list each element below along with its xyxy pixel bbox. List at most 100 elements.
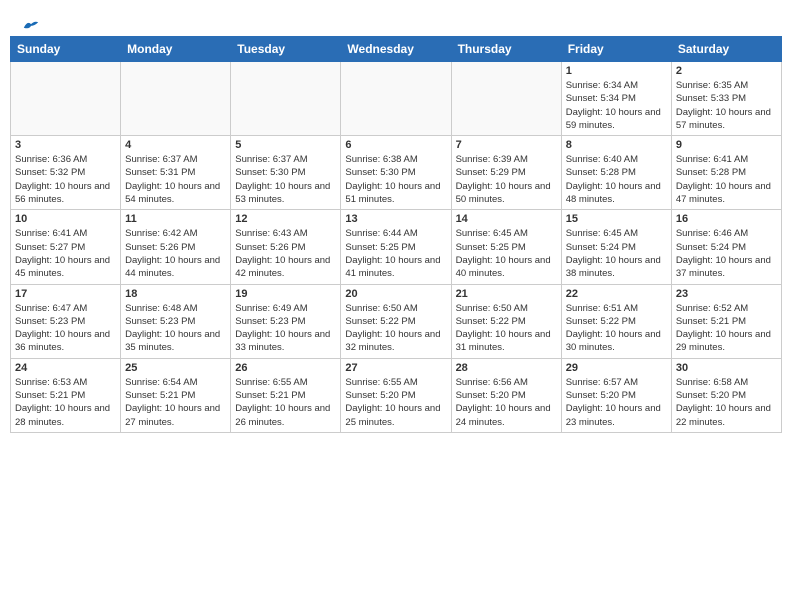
calendar-cell: 8 Sunrise: 6:40 AM Sunset: 5:28 PM Daylig… bbox=[561, 136, 671, 210]
day-info: Sunrise: 6:48 AM Sunset: 5:23 PM Dayligh… bbox=[125, 302, 226, 355]
day-number: 7 bbox=[456, 139, 557, 151]
calendar-cell: 24 Sunrise: 6:53 AM Sunset: 5:21 PM Dayli… bbox=[11, 358, 121, 432]
calendar-cell: 11 Sunrise: 6:42 AM Sunset: 5:26 PM Dayli… bbox=[121, 210, 231, 284]
day-info: Sunrise: 6:46 AM Sunset: 5:24 PM Dayligh… bbox=[676, 227, 777, 280]
day-info: Sunrise: 6:43 AM Sunset: 5:26 PM Dayligh… bbox=[235, 227, 336, 280]
calendar-cell: 21 Sunrise: 6:50 AM Sunset: 5:22 PM Dayli… bbox=[451, 284, 561, 358]
logo-bird-icon bbox=[22, 18, 40, 32]
day-number: 11 bbox=[125, 213, 226, 225]
day-info: Sunrise: 6:58 AM Sunset: 5:20 PM Dayligh… bbox=[676, 376, 777, 429]
day-info: Sunrise: 6:41 AM Sunset: 5:27 PM Dayligh… bbox=[15, 227, 116, 280]
day-number: 15 bbox=[566, 213, 667, 225]
calendar-cell: 4 Sunrise: 6:37 AM Sunset: 5:31 PM Daylig… bbox=[121, 136, 231, 210]
calendar-header-wednesday: Wednesday bbox=[341, 37, 451, 62]
day-info: Sunrise: 6:36 AM Sunset: 5:32 PM Dayligh… bbox=[15, 153, 116, 206]
calendar-cell: 15 Sunrise: 6:45 AM Sunset: 5:24 PM Dayli… bbox=[561, 210, 671, 284]
day-info: Sunrise: 6:44 AM Sunset: 5:25 PM Dayligh… bbox=[345, 227, 446, 280]
calendar-cell: 25 Sunrise: 6:54 AM Sunset: 5:21 PM Dayli… bbox=[121, 358, 231, 432]
calendar-cell: 2 Sunrise: 6:35 AM Sunset: 5:33 PM Daylig… bbox=[671, 62, 781, 136]
day-number: 5 bbox=[235, 139, 336, 151]
calendar-header-tuesday: Tuesday bbox=[231, 37, 341, 62]
calendar-cell: 23 Sunrise: 6:52 AM Sunset: 5:21 PM Dayli… bbox=[671, 284, 781, 358]
calendar-cell: 22 Sunrise: 6:51 AM Sunset: 5:22 PM Dayli… bbox=[561, 284, 671, 358]
day-number: 23 bbox=[676, 288, 777, 300]
calendar-header-thursday: Thursday bbox=[451, 37, 561, 62]
day-info: Sunrise: 6:50 AM Sunset: 5:22 PM Dayligh… bbox=[456, 302, 557, 355]
day-info: Sunrise: 6:55 AM Sunset: 5:21 PM Dayligh… bbox=[235, 376, 336, 429]
day-number: 17 bbox=[15, 288, 116, 300]
day-number: 22 bbox=[566, 288, 667, 300]
day-info: Sunrise: 6:34 AM Sunset: 5:34 PM Dayligh… bbox=[566, 79, 667, 132]
calendar-cell: 12 Sunrise: 6:43 AM Sunset: 5:26 PM Dayli… bbox=[231, 210, 341, 284]
day-number: 12 bbox=[235, 213, 336, 225]
day-number: 29 bbox=[566, 362, 667, 374]
day-number: 24 bbox=[15, 362, 116, 374]
day-number: 3 bbox=[15, 139, 116, 151]
day-number: 18 bbox=[125, 288, 226, 300]
day-info: Sunrise: 6:52 AM Sunset: 5:21 PM Dayligh… bbox=[676, 302, 777, 355]
day-info: Sunrise: 6:42 AM Sunset: 5:26 PM Dayligh… bbox=[125, 227, 226, 280]
calendar-header-friday: Friday bbox=[561, 37, 671, 62]
calendar-cell bbox=[231, 62, 341, 136]
calendar-cell: 27 Sunrise: 6:55 AM Sunset: 5:20 PM Dayli… bbox=[341, 358, 451, 432]
day-number: 9 bbox=[676, 139, 777, 151]
day-info: Sunrise: 6:54 AM Sunset: 5:21 PM Dayligh… bbox=[125, 376, 226, 429]
calendar-header-row: SundayMondayTuesdayWednesdayThursdayFrid… bbox=[11, 37, 782, 62]
day-info: Sunrise: 6:45 AM Sunset: 5:24 PM Dayligh… bbox=[566, 227, 667, 280]
calendar-cell: 10 Sunrise: 6:41 AM Sunset: 5:27 PM Dayli… bbox=[11, 210, 121, 284]
day-number: 26 bbox=[235, 362, 336, 374]
calendar-week-row-5: 24 Sunrise: 6:53 AM Sunset: 5:21 PM Dayli… bbox=[11, 358, 782, 432]
calendar-cell: 19 Sunrise: 6:49 AM Sunset: 5:23 PM Dayli… bbox=[231, 284, 341, 358]
day-number: 4 bbox=[125, 139, 226, 151]
day-number: 27 bbox=[345, 362, 446, 374]
day-number: 25 bbox=[125, 362, 226, 374]
day-number: 21 bbox=[456, 288, 557, 300]
calendar-cell: 13 Sunrise: 6:44 AM Sunset: 5:25 PM Dayli… bbox=[341, 210, 451, 284]
calendar-cell: 14Sunrise: 6:45 AM Sunset: 5:25 PM Dayli… bbox=[451, 210, 561, 284]
calendar-header-sunday: Sunday bbox=[11, 37, 121, 62]
day-info: Sunrise: 6:45 AM Sunset: 5:25 PM Dayligh… bbox=[456, 227, 557, 280]
calendar-cell: 29 Sunrise: 6:57 AM Sunset: 5:20 PM Dayli… bbox=[561, 358, 671, 432]
day-info: Sunrise: 6:40 AM Sunset: 5:28 PM Dayligh… bbox=[566, 153, 667, 206]
day-info: Sunrise: 6:55 AM Sunset: 5:20 PM Dayligh… bbox=[345, 376, 446, 429]
page-header bbox=[10, 10, 782, 32]
calendar-week-row-1: 1 Sunrise: 6:34 AM Sunset: 5:34 PM Daylig… bbox=[11, 62, 782, 136]
calendar-cell bbox=[121, 62, 231, 136]
day-number: 30 bbox=[676, 362, 777, 374]
calendar-cell: 3 Sunrise: 6:36 AM Sunset: 5:32 PM Daylig… bbox=[11, 136, 121, 210]
day-number: 1 bbox=[566, 65, 667, 77]
calendar-cell: 16 Sunrise: 6:46 AM Sunset: 5:24 PM Dayli… bbox=[671, 210, 781, 284]
calendar-cell: 9Sunrise: 6:41 AM Sunset: 5:28 PM Daylig… bbox=[671, 136, 781, 210]
day-number: 19 bbox=[235, 288, 336, 300]
day-info: Sunrise: 6:35 AM Sunset: 5:33 PM Dayligh… bbox=[676, 79, 777, 132]
calendar-cell: 6 Sunrise: 6:38 AM Sunset: 5:30 PM Daylig… bbox=[341, 136, 451, 210]
calendar-table: SundayMondayTuesdayWednesdayThursdayFrid… bbox=[10, 36, 782, 433]
day-info: Sunrise: 6:51 AM Sunset: 5:22 PM Dayligh… bbox=[566, 302, 667, 355]
day-info: Sunrise: 6:50 AM Sunset: 5:22 PM Dayligh… bbox=[345, 302, 446, 355]
calendar-cell: 30 Sunrise: 6:58 AM Sunset: 5:20 PM Dayli… bbox=[671, 358, 781, 432]
day-number: 6 bbox=[345, 139, 446, 151]
calendar-cell: 18 Sunrise: 6:48 AM Sunset: 5:23 PM Dayli… bbox=[121, 284, 231, 358]
day-info: Sunrise: 6:37 AM Sunset: 5:31 PM Dayligh… bbox=[125, 153, 226, 206]
calendar-cell bbox=[451, 62, 561, 136]
day-number: 20 bbox=[345, 288, 446, 300]
day-info: Sunrise: 6:53 AM Sunset: 5:21 PM Dayligh… bbox=[15, 376, 116, 429]
calendar-cell: 17 Sunrise: 6:47 AM Sunset: 5:23 PM Dayli… bbox=[11, 284, 121, 358]
calendar-week-row-4: 17 Sunrise: 6:47 AM Sunset: 5:23 PM Dayli… bbox=[11, 284, 782, 358]
day-number: 16 bbox=[676, 213, 777, 225]
day-info: Sunrise: 6:38 AM Sunset: 5:30 PM Dayligh… bbox=[345, 153, 446, 206]
calendar-header-monday: Monday bbox=[121, 37, 231, 62]
calendar-cell bbox=[341, 62, 451, 136]
day-info: Sunrise: 6:39 AM Sunset: 5:29 PM Dayligh… bbox=[456, 153, 557, 206]
day-number: 13 bbox=[345, 213, 446, 225]
calendar-week-row-3: 10 Sunrise: 6:41 AM Sunset: 5:27 PM Dayli… bbox=[11, 210, 782, 284]
day-info: Sunrise: 6:57 AM Sunset: 5:20 PM Dayligh… bbox=[566, 376, 667, 429]
day-number: 2 bbox=[676, 65, 777, 77]
calendar-header-saturday: Saturday bbox=[671, 37, 781, 62]
calendar-cell: 1 Sunrise: 6:34 AM Sunset: 5:34 PM Daylig… bbox=[561, 62, 671, 136]
day-info: Sunrise: 6:49 AM Sunset: 5:23 PM Dayligh… bbox=[235, 302, 336, 355]
day-number: 8 bbox=[566, 139, 667, 151]
calendar-cell: 5Sunrise: 6:37 AM Sunset: 5:30 PM Daylig… bbox=[231, 136, 341, 210]
day-info: Sunrise: 6:47 AM Sunset: 5:23 PM Dayligh… bbox=[15, 302, 116, 355]
day-number: 10 bbox=[15, 213, 116, 225]
